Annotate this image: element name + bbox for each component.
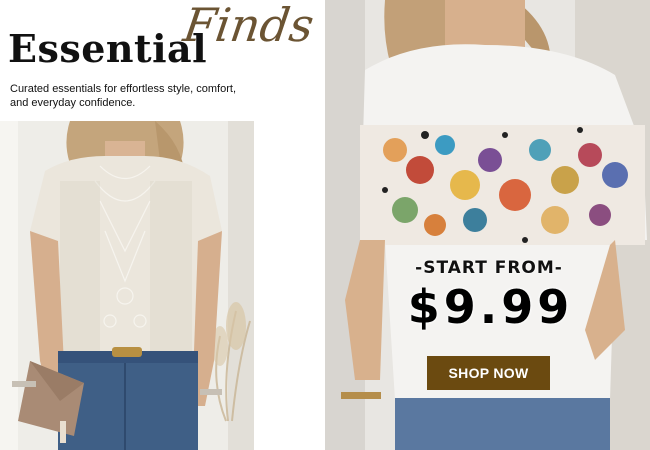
- title-main: Essential: [8, 26, 208, 71]
- crochet-top-illustration: [0, 121, 254, 450]
- promo-label: -START FROM-: [415, 258, 563, 278]
- promo-price: $9.99: [407, 280, 574, 334]
- shop-now-button[interactable]: SHOP NOW: [427, 356, 550, 390]
- tagline: Curated essentials for effortless style,…: [10, 83, 236, 109]
- product-photo-crochet-top[interactable]: [0, 121, 254, 450]
- title-script: Finds: [180, 0, 318, 52]
